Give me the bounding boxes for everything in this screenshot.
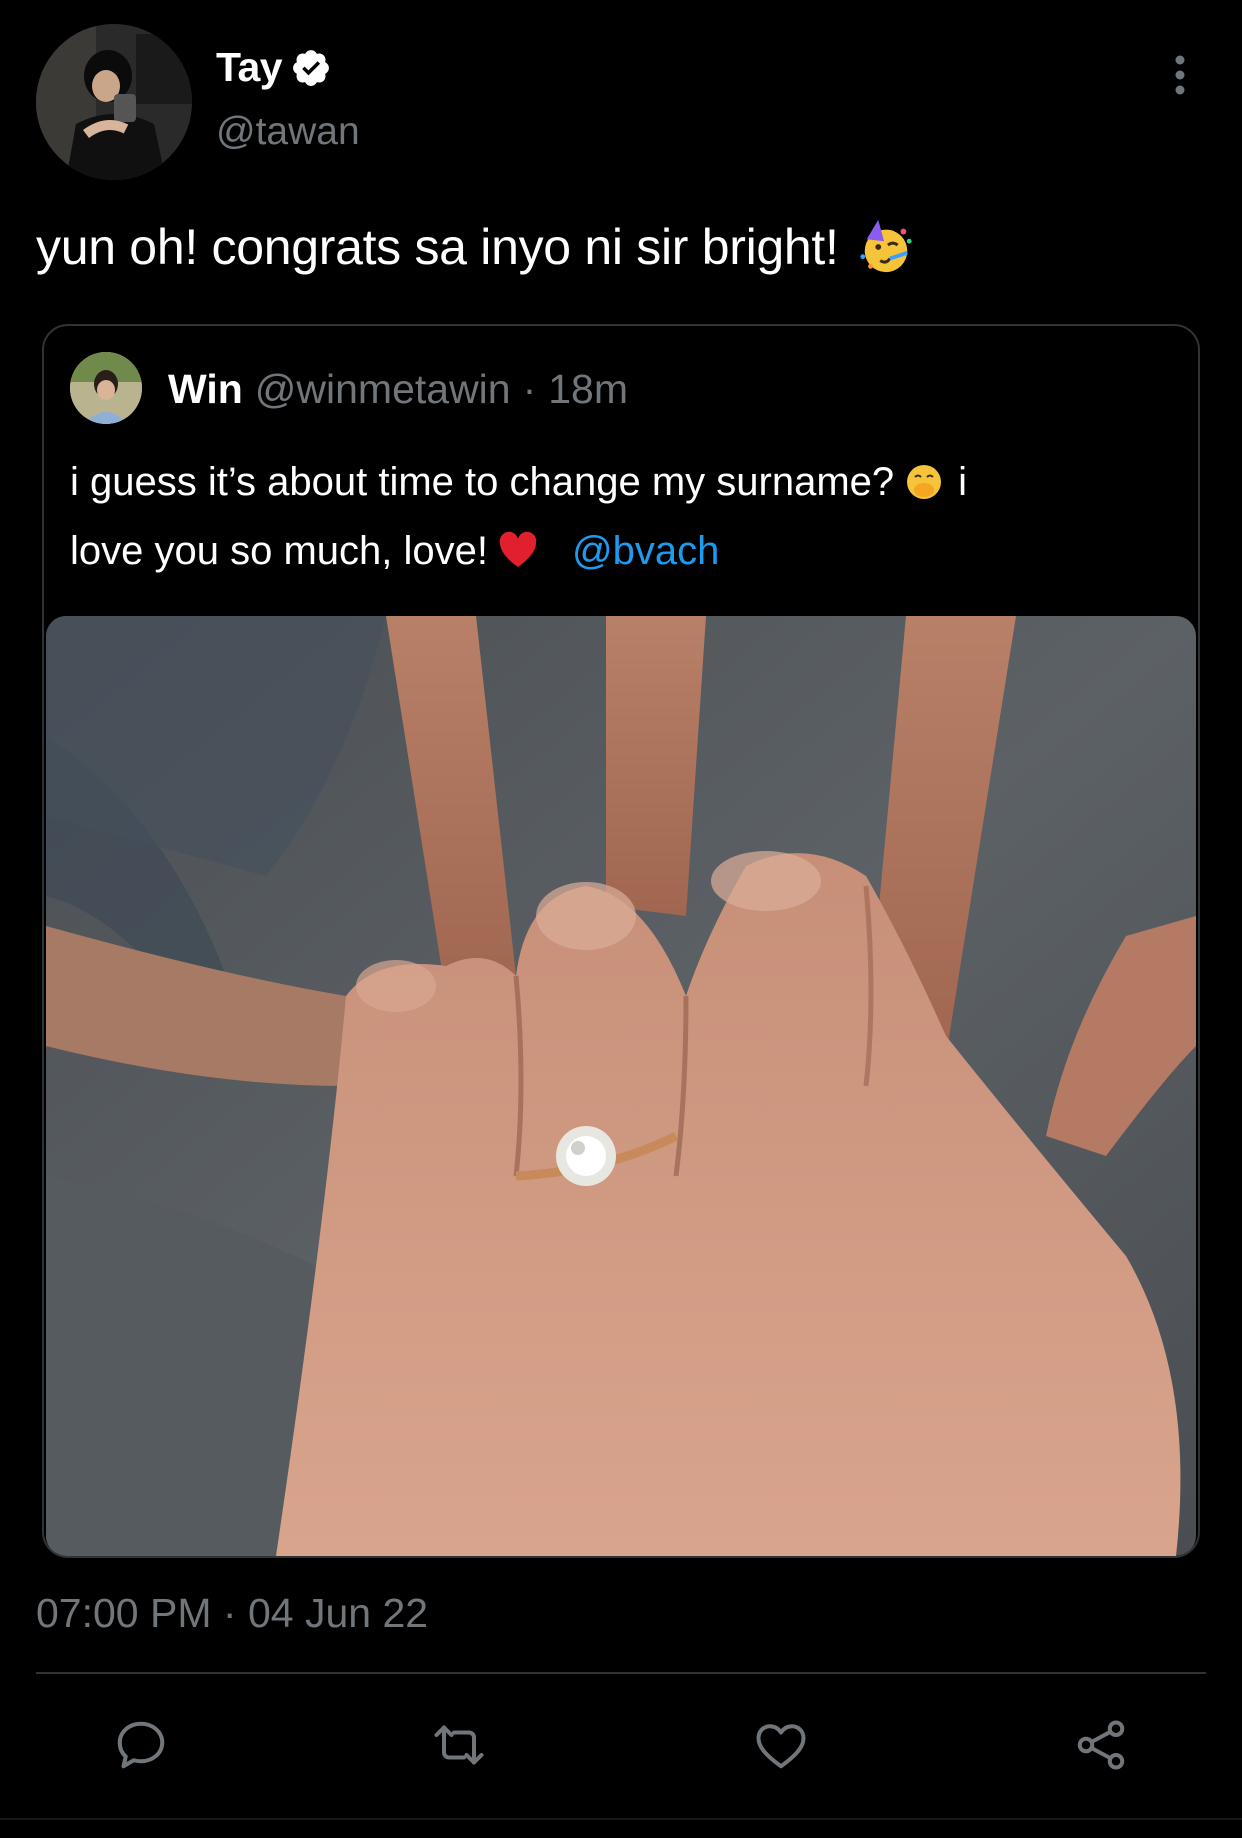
timestamp-separator: · [222, 1590, 237, 1636]
quoted-tweet[interactable]: Win @winmetawin · 18m i guess it’s about… [42, 324, 1200, 1558]
tweet-date: 04 Jun 22 [247, 1590, 429, 1636]
author-handle[interactable]: @tawan [216, 110, 360, 154]
tweet-actions-bar [0, 1710, 1242, 1780]
quoted-display-name[interactable]: Win [168, 366, 243, 413]
author-avatar[interactable] [36, 24, 192, 180]
mention-link[interactable]: @bvach [572, 529, 719, 573]
author-name-row: Tay [216, 44, 332, 91]
retweet-icon [434, 1725, 484, 1765]
divider [36, 1672, 1206, 1674]
quoted-text-part2: i [958, 460, 968, 504]
partying-face-icon [859, 219, 912, 273]
tweet-text-row: yun oh! congrats sa inyo ni sir bright! [36, 218, 915, 276]
quoted-handle[interactable]: @winmetawin [255, 366, 511, 413]
like-button[interactable] [746, 1710, 816, 1780]
more-options-icon[interactable] [1160, 50, 1200, 100]
quoted-separator: · [522, 366, 537, 412]
quoted-text-part3: love you so much, love! [70, 529, 488, 573]
ring-hands-photo [46, 616, 1196, 1556]
quoted-author-avatar[interactable] [70, 352, 142, 424]
quoted-text-part1: i guess it’s about time to change my sur… [70, 460, 895, 504]
quoted-media-image[interactable] [46, 616, 1196, 1556]
share-button[interactable] [1066, 1710, 1136, 1780]
verified-badge-icon [293, 49, 330, 86]
author-display-name[interactable]: Tay [216, 44, 283, 91]
quoted-meta: Win @winmetawin · 18m [168, 366, 628, 413]
tweet-detail: Tay @tawan yun oh! congrats sa inyo ni s… [0, 0, 1242, 1838]
reply-button[interactable] [106, 1710, 176, 1780]
tweet-timestamp[interactable]: 07:00 PM · 04 Jun 22 [36, 1590, 428, 1637]
retweet-button[interactable] [424, 1710, 494, 1780]
tweet-text: yun oh! congrats sa inyo ni sir bright! [36, 219, 839, 275]
bottom-divider [0, 1818, 1242, 1820]
quoted-text: i guess it’s about time to change my sur… [70, 448, 1170, 586]
heart-icon [756, 1724, 806, 1769]
avatar-photo [36, 24, 192, 180]
share-icon [1077, 1720, 1125, 1770]
red-heart-icon [499, 531, 537, 567]
quoted-time: 18m [548, 366, 629, 412]
reply-icon [117, 1721, 165, 1769]
tweet-time: 07:00 PM [36, 1590, 212, 1636]
quoted-avatar-photo [70, 352, 142, 424]
face-with-hand-over-mouth-icon [907, 465, 942, 499]
